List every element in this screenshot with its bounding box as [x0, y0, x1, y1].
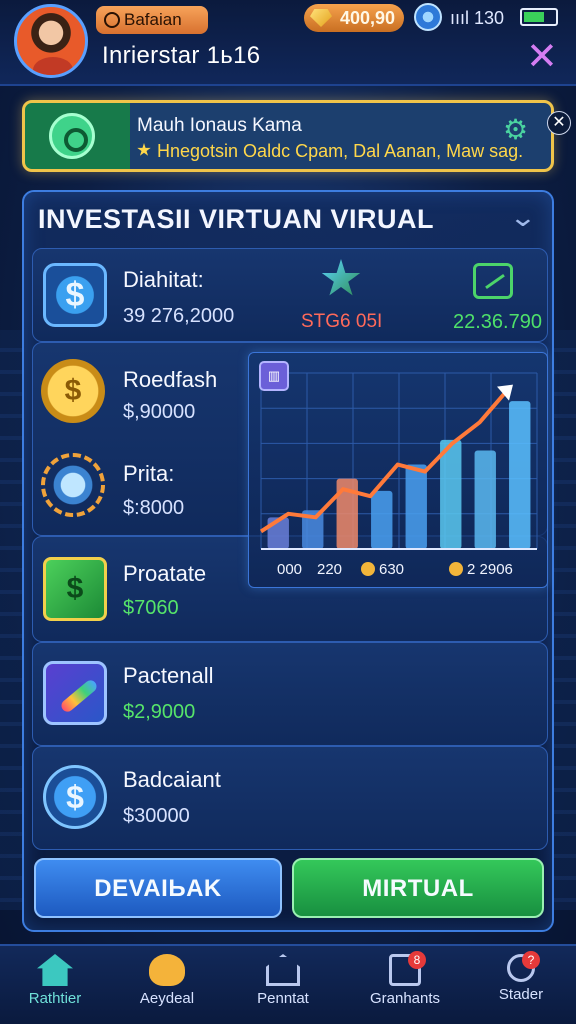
- nav-label: Stader: [498, 986, 544, 1003]
- gear-icon[interactable]: ⚙: [503, 113, 528, 146]
- coin-balance[interactable]: 400,90: [304, 4, 404, 32]
- chevron-down-icon[interactable]: ⌄: [509, 202, 537, 233]
- nav-label: Penntat: [257, 990, 309, 1007]
- banner-message: Hnegotsin Oaldc Cpam, Dal Aanan, Maw sag…: [157, 141, 524, 161]
- refresh-badge-icon: [49, 113, 95, 159]
- player-name: Inrierstar 1ь16: [102, 42, 261, 69]
- battery-icon: [520, 8, 558, 26]
- house-icon: [266, 954, 300, 986]
- dollar-badge-icon: $: [43, 765, 107, 829]
- chart-bar: [405, 464, 427, 549]
- primary-action-button[interactable]: DEVAIЬAK: [34, 858, 282, 918]
- top-bar: Bafaian Inrierstar 1ь16 400,90 ıııl 130 …: [0, 0, 576, 86]
- chart-toggle-button[interactable]: ▥: [259, 361, 289, 391]
- notification-badge: ?: [522, 951, 540, 969]
- star-icon: [137, 143, 151, 156]
- summary-value: 22.36.790: [453, 311, 542, 333]
- trend-up-icon: [473, 263, 513, 299]
- item-amount: $:8000: [123, 497, 185, 519]
- nav-label: Aeydeal: [139, 990, 195, 1007]
- item-label: Proatate: [123, 561, 207, 586]
- item-label: Prita:: [123, 461, 175, 486]
- nav-item-property[interactable]: Penntat: [228, 950, 338, 1022]
- cash-icon: $: [43, 557, 107, 621]
- rocket-icon: [43, 661, 107, 725]
- tick-label: 630: [361, 561, 404, 578]
- item-label: Badcaiant: [123, 767, 221, 792]
- item-label: Pactenall: [123, 663, 214, 688]
- star-icon: [321, 259, 361, 296]
- tick-label: 2 2906: [449, 561, 513, 578]
- chart-icon: 8: [389, 951, 426, 986]
- summary-amount: 39 276,2000: [123, 305, 235, 327]
- home-icon: [37, 954, 73, 986]
- investment-panel: INVESTASII VIRTUAN VIRUAL ⌄ $ Diahitat: …: [22, 190, 554, 932]
- chart-bar: [440, 439, 462, 549]
- bottom-navigation: Rathtier Aeydeal Penntat 8 Granhants ? S…: [0, 944, 576, 1024]
- magnifier-icon: [41, 453, 105, 517]
- summary-code: STG6 05I: [301, 311, 383, 332]
- tick-label: 000: [277, 561, 303, 578]
- summary-label: Diahitat:: [123, 267, 204, 292]
- blue-coin-icon[interactable]: [414, 3, 442, 31]
- chart-bar: [509, 401, 531, 549]
- dollar-safe-icon: $: [43, 263, 107, 327]
- nav-item-home[interactable]: Rathtier: [0, 950, 110, 1022]
- status-time: 130: [474, 8, 505, 28]
- banner-text: Hnegotsin Oaldc Cpam, Dal Aanan, Maw sag…: [137, 141, 523, 162]
- gold-coins-icon: $: [41, 359, 105, 423]
- virtual-action-button[interactable]: MIRTUAL: [292, 858, 544, 918]
- player-tag-label: Bafaian: [124, 10, 182, 29]
- chart-canvas: [259, 372, 538, 550]
- player-avatar[interactable]: [14, 4, 88, 78]
- coin-icon: [449, 562, 463, 576]
- notification-badge: 8: [408, 951, 426, 969]
- chart-bar: [474, 450, 496, 549]
- item-amount: $,90000: [123, 401, 196, 423]
- signal-icon: ıııl: [450, 8, 470, 28]
- nav-item-charts[interactable]: 8 Granhants: [350, 950, 460, 1022]
- nav-label: Granhants: [369, 990, 441, 1007]
- chart-bar: [371, 490, 393, 549]
- summary-card[interactable]: $ Diahitat: 39 276,2000 STG6 05I 22.36.7…: [32, 248, 548, 342]
- coin-balance-value: 400,90: [340, 7, 396, 28]
- item-amount: $30000: [123, 805, 190, 827]
- list-item[interactable]: Pactenall $2,9000: [32, 642, 548, 746]
- gold-gem-icon: [310, 9, 332, 27]
- nav-item-favorites[interactable]: Aeydeal: [112, 950, 222, 1022]
- tick-label: 220: [317, 561, 343, 578]
- banner-title: Mauh Ionaus Kamа: [137, 115, 302, 136]
- banner-close-button[interactable]: ✕: [547, 111, 571, 135]
- notification-banner[interactable]: Mauh Ionaus Kamа Hnegotsin Oaldc Cpam, D…: [22, 100, 571, 172]
- panel-title: INVESTASII VIRTUAN VIRUAL: [38, 204, 435, 234]
- growth-chart: ▥ 000 220 630 2 2906: [248, 352, 548, 588]
- list-item[interactable]: $ Badcaiant $30000: [32, 746, 548, 850]
- nav-label: Rathtier: [28, 990, 82, 1007]
- item-amount: $2,9000: [123, 701, 196, 723]
- player-tag[interactable]: Bafaian: [96, 6, 208, 34]
- tick-value: 630: [379, 561, 405, 578]
- tick-value: 2 2906: [467, 561, 513, 578]
- search-icon: ?: [507, 951, 540, 982]
- heart-icon: [149, 954, 185, 986]
- nav-item-search[interactable]: ? Stader: [466, 950, 576, 1022]
- status-signal: ıııl 130: [450, 8, 504, 29]
- coin-icon: [361, 562, 375, 576]
- close-icon[interactable]: ✕: [526, 38, 558, 76]
- tag-coin-icon: [104, 12, 120, 28]
- item-amount: $7060: [123, 597, 179, 619]
- item-label: Roedfash: [123, 367, 218, 392]
